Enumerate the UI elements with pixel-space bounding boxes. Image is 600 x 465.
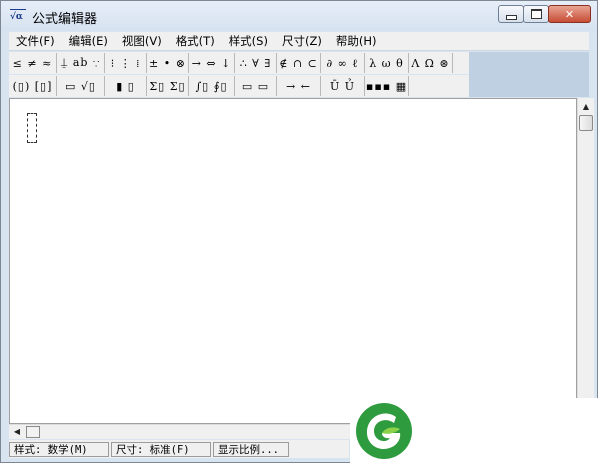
menu-format[interactable]: 格式(T): [169, 32, 222, 50]
greek-uppercase-button[interactable]: Λ Ω ⊛: [409, 53, 453, 73]
integral-templates-button[interactable]: ∫▯ ∮▯: [189, 76, 235, 96]
menu-style[interactable]: 样式(S): [222, 32, 275, 50]
spaces-ellipses-button[interactable]: ⍊ ab ∵: [57, 53, 105, 73]
maximize-icon: [530, 9, 542, 19]
equation-editor-window: √α 公式编辑器 ✕ 文件(F) 编辑(E) 视图(V) 格式(T) 样式(S)…: [0, 0, 598, 463]
menu-view[interactable]: 视图(V): [115, 32, 169, 50]
minimize-button[interactable]: [498, 5, 524, 23]
status-zoom: 显示比例...: [213, 441, 289, 457]
operator-symbols-button[interactable]: ± • ⊗: [147, 53, 189, 73]
equation-editing-area[interactable]: [9, 98, 577, 424]
fraction-radical-templates-button[interactable]: ▭ √▯: [57, 76, 105, 96]
window-controls: ✕: [498, 5, 591, 23]
menu-size[interactable]: 尺寸(Z): [275, 32, 329, 50]
fence-templates-button[interactable]: (▯) [▯]: [9, 76, 57, 96]
status-style: 样式: 数学(M): [9, 441, 109, 457]
menu-bar: 文件(F) 编辑(E) 视图(V) 格式(T) 样式(S) 尺寸(Z) 帮助(H…: [9, 32, 589, 51]
vertical-scroll-thumb[interactable]: [579, 115, 593, 131]
products-templates-button[interactable]: Ū Ủ: [321, 76, 365, 96]
labeled-arrow-templates-button[interactable]: → ←: [277, 76, 321, 96]
embellishments-button[interactable]: ⁝ ⋮ ⁞: [105, 53, 147, 73]
green-leaf-logo-icon: [356, 403, 412, 459]
toolbar-empty-area: [469, 52, 589, 97]
title-bar: √α 公式编辑器 ✕: [1, 1, 597, 31]
logical-symbols-button[interactable]: ∴ ∀ ∃: [235, 53, 277, 73]
menu-edit[interactable]: 编辑(E): [62, 32, 115, 50]
template-palette-row: (▯) [▯] ▭ √▯ ▮ ▯ Σ▯ Σ▯ ∫▯ ∮▯ ▭ ▭ → ← Ū Ủ…: [9, 75, 469, 97]
subscript-superscript-templates-button[interactable]: ▮ ▯: [105, 76, 147, 96]
greek-lowercase-button[interactable]: λ ω θ: [365, 53, 409, 73]
relational-symbols-button[interactable]: ≤ ≠ ≈: [9, 53, 57, 73]
matrix-templates-button[interactable]: ▪▪▪ ▦: [365, 76, 409, 96]
arrow-symbols-button[interactable]: → ⇔ ↓: [189, 53, 235, 73]
horizontal-scroll-thumb[interactable]: [26, 426, 40, 438]
scroll-up-arrow-icon[interactable]: ▲: [578, 98, 594, 114]
summation-templates-button[interactable]: Σ▯ Σ▯: [147, 76, 189, 96]
scroll-left-arrow-icon[interactable]: ◀: [9, 425, 25, 438]
close-icon: ✕: [564, 7, 575, 21]
app-icon: √α: [10, 9, 26, 24]
status-size: 尺寸: 标准(F): [111, 441, 211, 457]
close-button[interactable]: ✕: [548, 5, 591, 23]
menu-help[interactable]: 帮助(H): [329, 32, 384, 50]
window-title: 公式编辑器: [32, 12, 98, 27]
underbar-overbar-templates-button[interactable]: ▭ ▭: [235, 76, 277, 96]
input-slot[interactable]: [27, 113, 37, 143]
minimize-icon: [505, 14, 517, 20]
symbol-palette-row: ≤ ≠ ≈ ⍊ ab ∵ ⁝ ⋮ ⁞ ± • ⊗ → ⇔ ↓ ∴ ∀ ∃ ∉ ∩…: [9, 52, 469, 74]
menu-file[interactable]: 文件(F): [9, 32, 62, 50]
status-bar: 样式: 数学(M) 尺寸: 标准(F) 显示比例...: [9, 440, 349, 458]
maximize-button[interactable]: [523, 5, 549, 23]
vertical-scrollbar[interactable]: ▲: [577, 98, 594, 424]
set-theory-symbols-button[interactable]: ∉ ∩ ⊂: [277, 53, 321, 73]
misc-symbols-button[interactable]: ∂ ∞ ℓ: [321, 53, 365, 73]
